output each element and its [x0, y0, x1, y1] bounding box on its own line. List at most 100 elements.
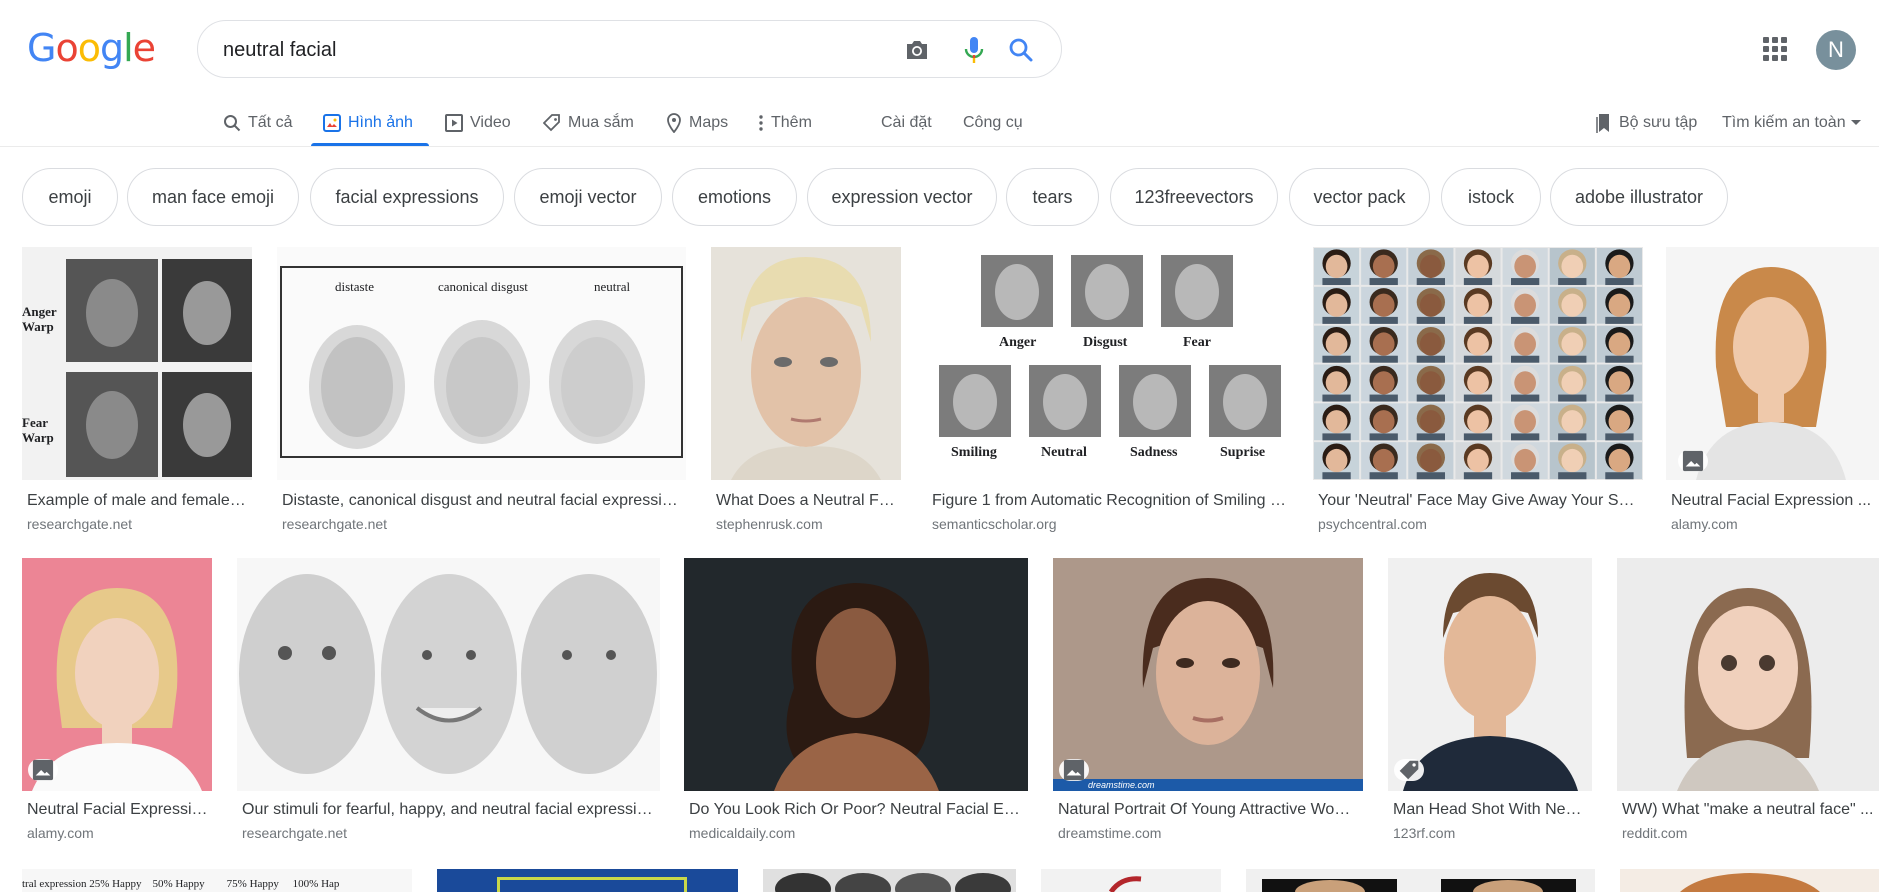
- result-title[interactable]: Figure 1 from Automatic Recognition of S…: [932, 492, 1286, 510]
- image-label: tral expression 25% Happy 50% Happy 75% …: [22, 878, 340, 890]
- image-result[interactable]: WW) What "make a neutral face" ... reddi…: [1617, 558, 1879, 848]
- result-title[interactable]: Our stimuli for fearful, happy, and neut…: [242, 801, 657, 819]
- result-title[interactable]: Your 'Neutral' Face May Give Away Your S…: [1318, 492, 1640, 510]
- watermark: dreamstime.com: [1088, 780, 1155, 790]
- image-result[interactable]: [437, 869, 738, 892]
- result-thumbnail[interactable]: [1246, 869, 1595, 892]
- result-thumbnail[interactable]: [437, 869, 738, 892]
- chip[interactable]: man face emoji: [127, 168, 299, 226]
- result-thumbnail[interactable]: [22, 558, 212, 791]
- chip[interactable]: adobe illustrator: [1550, 168, 1728, 226]
- image-result[interactable]: What Does a Neutral Fac... stephenrusk.c…: [711, 247, 901, 537]
- result-thumbnail[interactable]: dreamstime.com: [1053, 558, 1363, 791]
- result-thumbnail[interactable]: distaste canonical disgust neutral: [277, 247, 686, 480]
- result-source[interactable]: medicaldaily.com: [689, 825, 795, 841]
- result-source[interactable]: semanticscholar.org: [932, 516, 1057, 532]
- result-thumbnail[interactable]: [1666, 247, 1879, 480]
- result-source[interactable]: 123rf.com: [1393, 825, 1455, 841]
- avatar[interactable]: N: [1816, 30, 1856, 70]
- result-thumbnail[interactable]: [1041, 869, 1221, 892]
- tab-more[interactable]: Thêm: [758, 108, 812, 138]
- result-thumbnail[interactable]: Anger Disgust Fear Smiling Neutral Sadne…: [927, 247, 1289, 480]
- result-source[interactable]: researchgate.net: [282, 516, 387, 532]
- image-result[interactable]: Anger Disgust Fear Smiling Neutral Sadne…: [927, 247, 1289, 537]
- result-thumbnail[interactable]: [1313, 247, 1643, 480]
- image-result[interactable]: Neutral Facial Expressio... alamy.com: [22, 558, 212, 848]
- mic-icon[interactable]: [959, 35, 989, 65]
- result-title[interactable]: Do You Look Rich Or Poor? Neutral Facial…: [689, 801, 1025, 819]
- result-thumbnail[interactable]: [1388, 558, 1592, 791]
- tab-label: Mua sắm: [568, 114, 634, 131]
- result-source[interactable]: dreamstime.com: [1058, 825, 1161, 841]
- result-thumbnail[interactable]: [1617, 558, 1879, 791]
- tab-settings[interactable]: Cài đặt: [881, 108, 932, 138]
- image-result[interactable]: tral expression 25% Happy 50% Happy 75% …: [22, 869, 412, 892]
- result-source[interactable]: researchgate.net: [242, 825, 347, 841]
- result-title[interactable]: Natural Portrait Of Young Attractive Wom…: [1058, 801, 1360, 819]
- result-thumbnail[interactable]: [237, 558, 660, 791]
- image-label: distaste: [335, 279, 374, 294]
- result-title[interactable]: Neutral Facial Expression ...: [1671, 492, 1876, 510]
- collections-link[interactable]: Bộ sưu tập: [1596, 108, 1697, 138]
- chip[interactable]: facial expressions: [310, 168, 504, 226]
- image-result[interactable]: distaste canonical disgust neutral Dista…: [277, 247, 686, 537]
- chip[interactable]: 123freevectors: [1110, 168, 1278, 226]
- chip[interactable]: emotions: [672, 168, 797, 226]
- result-title[interactable]: Example of male and female n...: [27, 492, 249, 510]
- result-thumbnail[interactable]: [1620, 869, 1879, 892]
- result-thumbnail[interactable]: [763, 869, 1016, 892]
- image-result[interactable]: Neutral Facial Expression ... alamy.com: [1666, 247, 1879, 537]
- image-icon: [1059, 759, 1089, 781]
- chip[interactable]: istock: [1441, 168, 1541, 226]
- video-icon: [445, 114, 463, 132]
- result-thumbnail[interactable]: [684, 558, 1028, 791]
- tab-label: Công cụ: [963, 114, 1023, 131]
- search-input[interactable]: [223, 35, 873, 65]
- chip[interactable]: tears: [1006, 168, 1099, 226]
- tab-images[interactable]: Hình ảnh: [323, 108, 413, 138]
- image-result[interactable]: [763, 869, 1016, 892]
- chip[interactable]: vector pack: [1289, 168, 1430, 226]
- tab-label: Hình ảnh: [348, 114, 413, 131]
- tab-label: Cài đặt: [881, 114, 932, 131]
- image-result[interactable]: [1041, 869, 1221, 892]
- result-thumbnail[interactable]: Anger Warp Fear Warp: [22, 247, 252, 480]
- image-result[interactable]: Anger Warp Fear Warp Example of male and…: [22, 247, 252, 537]
- result-source[interactable]: alamy.com: [27, 825, 94, 841]
- result-title[interactable]: What Does a Neutral Fac...: [716, 492, 898, 510]
- result-title[interactable]: Man Head Shot With Neutr...: [1393, 801, 1589, 819]
- tab-tools[interactable]: Công cụ: [963, 108, 1023, 138]
- tab-shopping[interactable]: Mua sắm: [543, 108, 634, 138]
- image-result[interactable]: Do You Look Rich Or Poor? Neutral Facial…: [684, 558, 1028, 848]
- search-icon[interactable]: [1006, 35, 1036, 65]
- result-source[interactable]: alamy.com: [1671, 516, 1738, 532]
- apps-grid-icon[interactable]: [1763, 37, 1787, 61]
- result-source[interactable]: researchgate.net: [27, 516, 132, 532]
- result-source[interactable]: reddit.com: [1622, 825, 1687, 841]
- image-result[interactable]: [1246, 869, 1595, 892]
- safe-search-dropdown[interactable]: Tìm kiếm an toàn: [1722, 108, 1869, 138]
- image-result[interactable]: Your 'Neutral' Face May Give Away Your S…: [1313, 247, 1643, 537]
- google-logo[interactable]: Google: [27, 26, 156, 70]
- image-result[interactable]: Man Head Shot With Neutr... 123rf.com: [1388, 558, 1592, 848]
- tag-icon: [1394, 759, 1424, 781]
- camera-icon[interactable]: [902, 35, 932, 65]
- result-thumbnail[interactable]: [711, 247, 901, 480]
- result-title[interactable]: Neutral Facial Expressio...: [27, 801, 209, 819]
- chip[interactable]: emoji: [22, 168, 118, 226]
- image-result[interactable]: Our stimuli for fearful, happy, and neut…: [237, 558, 660, 848]
- image-result[interactable]: [1620, 869, 1879, 892]
- tab-video[interactable]: Video: [445, 108, 511, 138]
- image-label: Neutral: [1041, 445, 1087, 460]
- tab-label: Thêm: [771, 114, 812, 131]
- tab-maps[interactable]: Maps: [666, 108, 728, 138]
- result-source[interactable]: stephenrusk.com: [716, 516, 823, 532]
- tab-all[interactable]: Tất cả: [223, 108, 292, 138]
- result-source[interactable]: psychcentral.com: [1318, 516, 1427, 532]
- result-title[interactable]: Distaste, canonical disgust and neutral …: [282, 492, 682, 510]
- chip[interactable]: emoji vector: [514, 168, 662, 226]
- chip[interactable]: expression vector: [807, 168, 997, 226]
- result-thumbnail[interactable]: tral expression 25% Happy 50% Happy 75% …: [22, 869, 412, 892]
- result-title[interactable]: WW) What "make a neutral face" ...: [1622, 801, 1876, 819]
- image-result[interactable]: dreamstime.com Natural Portrait Of Young…: [1053, 558, 1363, 848]
